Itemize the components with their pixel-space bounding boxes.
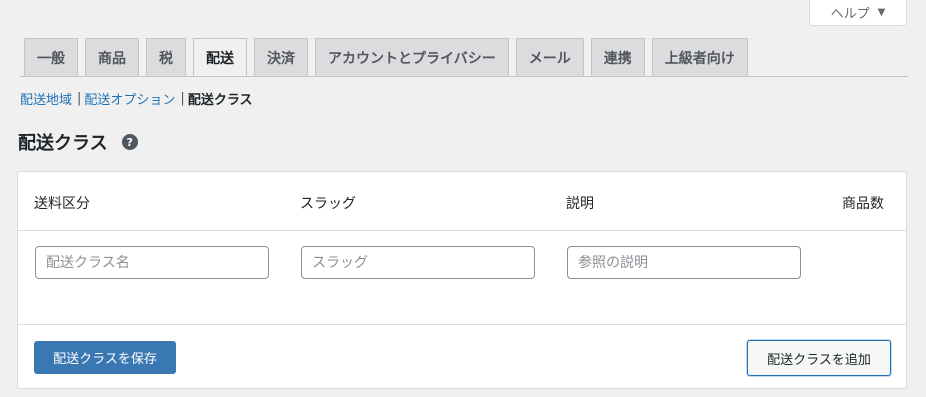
tabs-divider <box>20 76 908 77</box>
save-shipping-classes-button[interactable]: 配送クラスを保存 <box>34 341 176 374</box>
caret-down-icon: ▼ <box>877 7 886 18</box>
help-tip-icon[interactable]: ? <box>121 134 138 150</box>
header-product-count: 商品数 <box>842 196 884 212</box>
tab-shipping[interactable]: 配送 <box>193 38 247 77</box>
tab-advanced[interactable]: 上級者向け <box>651 38 748 76</box>
subnav-shipping-classes: 配送クラス <box>187 93 253 108</box>
header-slug: スラッグ <box>300 196 356 212</box>
settings-tabs: 一般 商品 税 配送 決済 アカウントとプライバシー メール 連携 上級者向け <box>24 38 748 77</box>
subnav-shipping-options[interactable]: 配送オプション <box>84 89 175 108</box>
subnav-separator: | <box>77 91 82 106</box>
tab-products[interactable]: 商品 <box>85 38 139 76</box>
table-header: 送料区分 スラッグ 説明 商品数 <box>18 172 906 231</box>
page-title-text: 配送クラス <box>18 133 108 154</box>
tab-general[interactable]: 一般 <box>24 38 78 76</box>
page-title: 配送クラス ? <box>18 129 138 155</box>
header-description: 説明 <box>566 196 594 212</box>
shipping-subnav: 配送地域 | 配送オプション | 配送クラス <box>20 89 253 108</box>
shipping-classes-table: 送料区分 スラッグ 説明 商品数 配送クラスを保存 配送クラスを追加 <box>17 171 907 389</box>
tab-payments[interactable]: 決済 <box>254 38 308 76</box>
tab-accounts-privacy[interactable]: アカウントとプライバシー <box>315 38 509 76</box>
tab-integration[interactable]: 連携 <box>590 38 645 76</box>
subnav-shipping-zones[interactable]: 配送地域 <box>20 89 72 108</box>
description-input[interactable] <box>567 246 801 279</box>
add-shipping-class-button[interactable]: 配送クラスを追加 <box>747 340 891 376</box>
subnav-separator: | <box>180 91 185 106</box>
class-name-input[interactable] <box>35 246 269 279</box>
slug-input[interactable] <box>301 246 535 279</box>
table-footer: 配送クラスを保存 配送クラスを追加 <box>18 324 906 388</box>
tab-tax[interactable]: 税 <box>146 38 186 76</box>
help-button[interactable]: ヘルプ ▼ <box>809 0 907 26</box>
tab-emails[interactable]: メール <box>515 38 584 76</box>
table-row <box>18 231 906 324</box>
header-shipping-class: 送料区分 <box>34 196 90 212</box>
help-label: ヘルプ <box>830 7 870 22</box>
